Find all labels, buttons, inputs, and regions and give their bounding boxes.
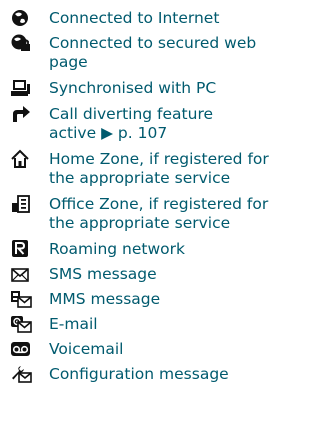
- entry-description: E-mail: [49, 315, 98, 333]
- voicemail-icon: [10, 339, 32, 359]
- entry-description: Connected to secured web page: [49, 34, 257, 71]
- entry-description: Home Zone, if registered for the appropr…: [49, 150, 269, 187]
- sms-envelope-icon: [10, 265, 32, 285]
- entry-description: SMS message: [49, 265, 157, 283]
- entry-description: Call diverting feature active ▶ p. 107: [49, 105, 299, 143]
- entry-description: Configuration message: [49, 365, 229, 383]
- mms-icon: [10, 289, 32, 309]
- entry-description: Office Zone, if registered for the appro…: [49, 195, 269, 232]
- entry-description: Voicemail: [49, 340, 124, 358]
- status-icon-list: Connected to Internet Connected to secur…: [0, 0, 301, 430]
- office-zone-icon: [10, 194, 32, 214]
- entry-description: MMS message: [49, 290, 161, 308]
- config-message-icon: [10, 364, 32, 384]
- page-ref-arrow-icon: ▶: [101, 124, 113, 142]
- email-icon: [10, 314, 32, 334]
- secured-globe-icon: [10, 33, 32, 53]
- entry-description: Synchronised with PC: [49, 79, 217, 97]
- globe-connected-icon: [10, 8, 32, 28]
- entry-description: Roaming network: [49, 240, 185, 258]
- roaming-r-icon: [10, 239, 32, 259]
- entry-description: Connected to Internet: [49, 9, 220, 27]
- page-reference: p. 107: [117, 124, 168, 142]
- home-zone-icon: [10, 149, 32, 169]
- call-divert-arrow-icon: [10, 104, 32, 124]
- pc-sync-icon: [10, 78, 32, 98]
